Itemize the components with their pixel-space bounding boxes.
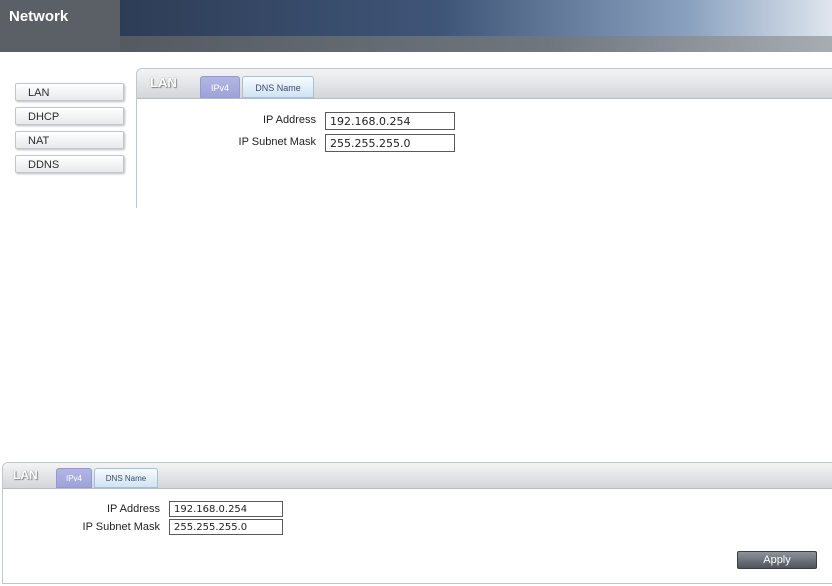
subnet-mask-input-bottom[interactable] [169, 519, 283, 535]
ip-address-label-bottom: IP Address [107, 503, 160, 515]
tab-ipv4-bottom[interactable]: IPv4 [56, 468, 92, 488]
subnet-mask-label-bottom: IP Subnet Mask [82, 521, 160, 533]
sidebar-header: Network [0, 0, 120, 52]
header-banner [120, 0, 832, 36]
lan-settings-view: LAN IPv4 DNS Name IP Address IP Subnet M… [0, 462, 832, 586]
sidebar-item-ddns[interactable]: DDNS [15, 155, 124, 173]
panel-tab-bar-bottom: LAN IPv4 DNS Name [3, 463, 832, 489]
panel-tab-bar: LAN IPv4 DNS Name [137, 69, 832, 99]
panel-title-bottom: LAN [13, 468, 38, 482]
sidebar-item-dhcp[interactable]: DHCP [15, 107, 124, 125]
sidebar-item-nat[interactable]: NAT [15, 131, 124, 149]
subnet-mask-input[interactable] [325, 134, 455, 152]
tab-ipv4[interactable]: IPv4 [200, 76, 240, 98]
subnet-mask-label: IP Subnet Mask [238, 136, 316, 148]
ip-address-input-bottom[interactable] [169, 501, 283, 517]
sidebar [0, 52, 120, 207]
header-strip [120, 36, 832, 52]
tab-dns-name[interactable]: DNS Name [242, 76, 314, 98]
panel-title: LAN [150, 75, 177, 90]
network-settings-view: Network LAN DHCP NAT DDNS LAN IPv4 DNS N… [0, 0, 832, 208]
ip-address-input[interactable] [325, 112, 455, 130]
tab-dns-name-bottom[interactable]: DNS Name [94, 468, 158, 488]
app-title: Network [9, 8, 69, 25]
ip-address-label: IP Address [263, 114, 316, 126]
apply-button[interactable]: Apply [737, 551, 817, 569]
sidebar-item-lan[interactable]: LAN [15, 83, 124, 101]
